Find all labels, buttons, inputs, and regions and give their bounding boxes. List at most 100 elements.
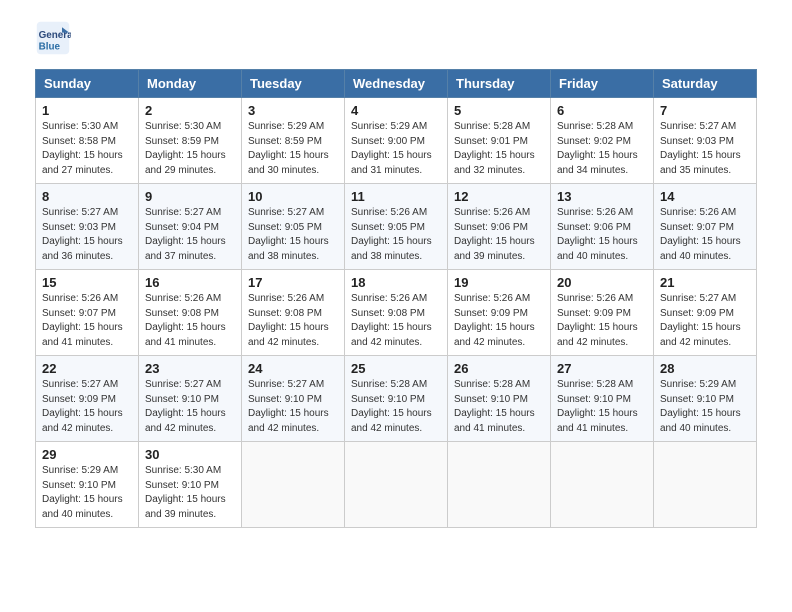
day-number: 19 — [454, 275, 544, 290]
table-row: 12Sunrise: 5:26 AM Sunset: 9:06 PM Dayli… — [448, 184, 551, 270]
table-row: 24 Sunrise: 5:27 AM Sunset: 9:10 PM Dayli… — [242, 356, 345, 442]
day-info: Sunrise: 5:30 AM Sunset: 8:59 PM Dayligh… — [145, 120, 235, 178]
day-number: 15 — [42, 275, 132, 290]
table-row: 3 Sunrise: 5:29 AM Sunset: 8:59 PM Daylig… — [242, 98, 345, 184]
day-info: Sunrise: 5:26 AM Sunset: 9:07 PM Dayligh… — [42, 292, 132, 350]
day-info: Sunrise: 5:28 AM Sunset: 9:10 PM Dayligh… — [351, 378, 441, 436]
day-number: 18 — [351, 275, 441, 290]
day-number: 6 — [557, 103, 647, 118]
table-row: 10 Sunrise: 5:27 AM Sunset: 9:05 PM Dayli… — [242, 184, 345, 270]
day-number: 17 — [248, 275, 338, 290]
day-number: 26 — [454, 361, 544, 376]
day-info: Sunrise: 5:29 AM Sunset: 9:00 PM Dayligh… — [351, 120, 441, 178]
day-info: Sunrise: 5:26 AM Sunset: 9:05 PM Dayligh… — [351, 206, 441, 264]
table-row: 15 Sunrise: 5:26 AM Sunset: 9:07 PM Dayli… — [36, 270, 139, 356]
day-info: Sunrise: 5:29 AM Sunset: 8:59 PM Dayligh… — [248, 120, 338, 178]
day-number: 8 — [42, 189, 132, 204]
table-row: 29 Sunrise: 5:29 AM Sunset: 9:10 PM Dayli… — [36, 442, 139, 528]
day-number: 5 — [454, 103, 544, 118]
day-number: 28 — [660, 361, 750, 376]
day-number: 10 — [248, 189, 338, 204]
day-info: Sunrise: 5:26 AM Sunset: 9:07 PM Dayligh… — [660, 206, 750, 264]
day-info: Sunrise: 5:27 AM Sunset: 9:10 PM Dayligh… — [145, 378, 235, 436]
day-info: Sunrise: 5:26 AM Sunset: 9:08 PM Dayligh… — [248, 292, 338, 350]
calendar-week-row: 1 Sunrise: 5:30 AM Sunset: 8:58 PM Daylig… — [36, 98, 757, 184]
day-info: Sunrise: 5:26 AM Sunset: 9:06 PM Dayligh… — [557, 206, 647, 264]
day-info: Sunrise: 5:27 AM Sunset: 9:04 PM Dayligh… — [145, 206, 235, 264]
calendar-week-row: 15 Sunrise: 5:26 AM Sunset: 9:07 PM Dayli… — [36, 270, 757, 356]
day-number: 21 — [660, 275, 750, 290]
day-info: Sunrise: 5:29 AM Sunset: 9:10 PM Dayligh… — [42, 464, 132, 522]
day-info: Sunrise: 5:27 AM Sunset: 9:05 PM Dayligh… — [248, 206, 338, 264]
day-number: 27 — [557, 361, 647, 376]
calendar-header-row: Sunday Monday Tuesday Wednesday Thursday… — [36, 70, 757, 98]
table-row: 1 Sunrise: 5:30 AM Sunset: 8:58 PM Daylig… — [36, 98, 139, 184]
table-row: 22 Sunrise: 5:27 AM Sunset: 9:09 PM Dayli… — [36, 356, 139, 442]
day-number: 29 — [42, 447, 132, 462]
table-row — [345, 442, 448, 528]
day-info: Sunrise: 5:28 AM Sunset: 9:01 PM Dayligh… — [454, 120, 544, 178]
day-number: 22 — [42, 361, 132, 376]
table-row: 23 Sunrise: 5:27 AM Sunset: 9:10 PM Dayli… — [139, 356, 242, 442]
table-row: 17 Sunrise: 5:26 AM Sunset: 9:08 PM Dayli… — [242, 270, 345, 356]
col-friday: Friday — [551, 70, 654, 98]
svg-text:Blue: Blue — [39, 42, 61, 53]
header: General Blue — [20, 10, 772, 61]
col-saturday: Saturday — [654, 70, 757, 98]
day-info: Sunrise: 5:27 AM Sunset: 9:03 PM Dayligh… — [42, 206, 132, 264]
day-info: Sunrise: 5:27 AM Sunset: 9:09 PM Dayligh… — [42, 378, 132, 436]
day-number: 20 — [557, 275, 647, 290]
table-row: 7 Sunrise: 5:27 AM Sunset: 9:03 PM Daylig… — [654, 98, 757, 184]
table-row: 28 Sunrise: 5:29 AM Sunset: 9:10 PM Dayli… — [654, 356, 757, 442]
day-info: Sunrise: 5:28 AM Sunset: 9:10 PM Dayligh… — [454, 378, 544, 436]
day-number: 25 — [351, 361, 441, 376]
day-info: Sunrise: 5:28 AM Sunset: 9:02 PM Dayligh… — [557, 120, 647, 178]
day-info: Sunrise: 5:29 AM Sunset: 9:10 PM Dayligh… — [660, 378, 750, 436]
table-row — [654, 442, 757, 528]
day-number: 4 — [351, 103, 441, 118]
table-row: 21Sunrise: 5:27 AM Sunset: 9:09 PM Dayli… — [654, 270, 757, 356]
day-info: Sunrise: 5:26 AM Sunset: 9:06 PM Dayligh… — [454, 206, 544, 264]
table-row: 2 Sunrise: 5:30 AM Sunset: 8:59 PM Daylig… — [139, 98, 242, 184]
col-monday: Monday — [139, 70, 242, 98]
col-sunday: Sunday — [36, 70, 139, 98]
day-number: 9 — [145, 189, 235, 204]
table-row: 9 Sunrise: 5:27 AM Sunset: 9:04 PM Daylig… — [139, 184, 242, 270]
table-row: 19 Sunrise: 5:26 AM Sunset: 9:09 PM Dayli… — [448, 270, 551, 356]
day-info: Sunrise: 5:26 AM Sunset: 9:08 PM Dayligh… — [145, 292, 235, 350]
table-row: 26 Sunrise: 5:28 AM Sunset: 9:10 PM Dayli… — [448, 356, 551, 442]
day-number: 2 — [145, 103, 235, 118]
day-info: Sunrise: 5:27 AM Sunset: 9:03 PM Dayligh… — [660, 120, 750, 178]
table-row — [551, 442, 654, 528]
day-info: Sunrise: 5:26 AM Sunset: 9:09 PM Dayligh… — [557, 292, 647, 350]
table-row: 11 Sunrise: 5:26 AM Sunset: 9:05 PM Dayli… — [345, 184, 448, 270]
day-number: 1 — [42, 103, 132, 118]
day-info: Sunrise: 5:30 AM Sunset: 8:58 PM Dayligh… — [42, 120, 132, 178]
day-info: Sunrise: 5:26 AM Sunset: 9:09 PM Dayligh… — [454, 292, 544, 350]
col-tuesday: Tuesday — [242, 70, 345, 98]
calendar-week-row: 29 Sunrise: 5:29 AM Sunset: 9:10 PM Dayli… — [36, 442, 757, 528]
table-row: 4 Sunrise: 5:29 AM Sunset: 9:00 PM Daylig… — [345, 98, 448, 184]
day-info: Sunrise: 5:30 AM Sunset: 9:10 PM Dayligh… — [145, 464, 235, 522]
calendar-week-row: 8 Sunrise: 5:27 AM Sunset: 9:03 PM Daylig… — [36, 184, 757, 270]
table-row: 14Sunrise: 5:26 AM Sunset: 9:07 PM Dayli… — [654, 184, 757, 270]
day-info: Sunrise: 5:26 AM Sunset: 9:08 PM Dayligh… — [351, 292, 441, 350]
day-number: 7 — [660, 103, 750, 118]
table-row: 6 Sunrise: 5:28 AM Sunset: 9:02 PM Daylig… — [551, 98, 654, 184]
table-row: 25 Sunrise: 5:28 AM Sunset: 9:10 PM Dayli… — [345, 356, 448, 442]
day-number: 23 — [145, 361, 235, 376]
day-number: 24 — [248, 361, 338, 376]
table-row: 18 Sunrise: 5:26 AM Sunset: 9:08 PM Dayli… — [345, 270, 448, 356]
day-info: Sunrise: 5:27 AM Sunset: 9:10 PM Dayligh… — [248, 378, 338, 436]
table-row: 8 Sunrise: 5:27 AM Sunset: 9:03 PM Daylig… — [36, 184, 139, 270]
table-row: 5 Sunrise: 5:28 AM Sunset: 9:01 PM Daylig… — [448, 98, 551, 184]
table-row: 30 Sunrise: 5:30 AM Sunset: 9:10 PM Dayli… — [139, 442, 242, 528]
day-number: 11 — [351, 189, 441, 204]
calendar-table: Sunday Monday Tuesday Wednesday Thursday… — [35, 69, 757, 528]
calendar-week-row: 22 Sunrise: 5:27 AM Sunset: 9:09 PM Dayli… — [36, 356, 757, 442]
col-wednesday: Wednesday — [345, 70, 448, 98]
table-row — [242, 442, 345, 528]
day-number: 30 — [145, 447, 235, 462]
logo: General Blue — [35, 20, 75, 56]
day-number: 3 — [248, 103, 338, 118]
